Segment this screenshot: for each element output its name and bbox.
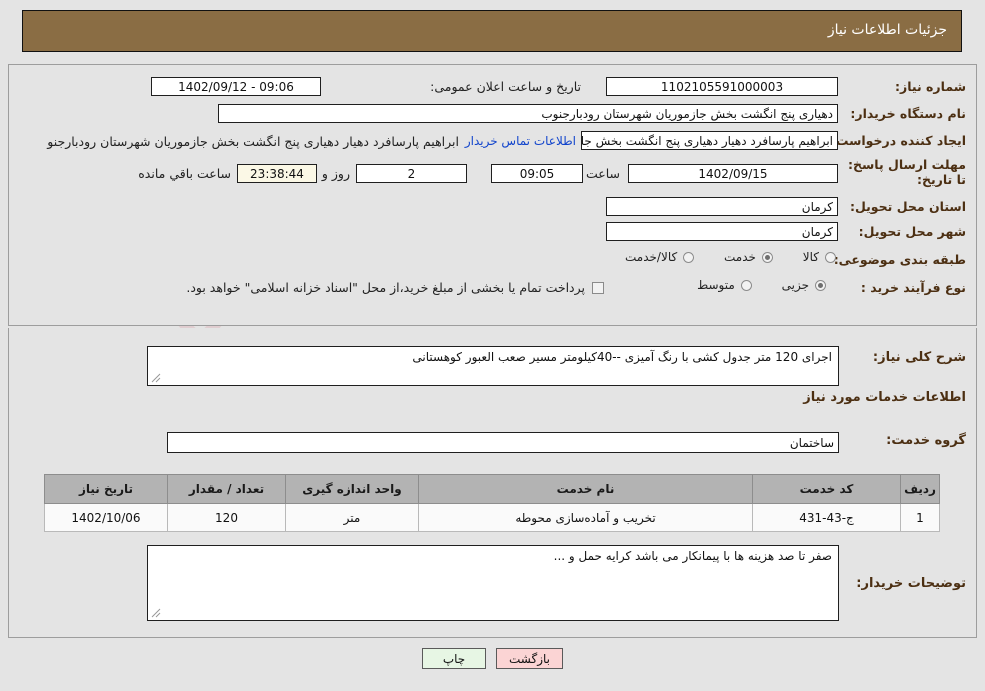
creator-value: ابراهیم پارسافرد دهیار دهیاری پنج انگشت …: [581, 131, 838, 150]
services-table: ردیف کد خدمت نام خدمت واحد اندازه گیری ت…: [44, 474, 940, 532]
table-row: 1 ج-43-431 تخریب و آماده‌سازی محوطه متر …: [44, 503, 940, 532]
deadline-label: مهلت ارسال پاسخ: تا تاریخ:: [847, 157, 966, 187]
buyer-notes-value: صفر تا صد هزینه ها با پیمانکار می باشد ک…: [553, 549, 832, 563]
category-option-label: خدمت: [724, 250, 756, 264]
buyer-notes-label: توضیحات خریدار:: [856, 576, 966, 591]
th-date: تاریخ نیاز: [44, 474, 168, 504]
buyer-org-label: نام دستگاه خریدار:: [850, 106, 966, 121]
buyer-notes-textarea[interactable]: صفر تا صد هزینه ها با پیمانکار می باشد ک…: [147, 545, 839, 621]
resize-grip-icon[interactable]: [151, 608, 161, 618]
days-remaining-label: روز و: [321, 166, 350, 181]
hours-remaining-label: ساعت باقي مانده: [138, 166, 231, 181]
cell-name: تخریب و آماده‌سازی محوطه: [418, 503, 753, 532]
cell-code: ج-43-431: [752, 503, 901, 532]
creator-label: ایجاد کننده درخواست:: [830, 133, 966, 148]
overview-label: شرح کلی نیاز:: [872, 350, 966, 365]
city-label: شهر محل تحویل:: [858, 224, 966, 239]
province-value: کرمان: [606, 197, 838, 216]
city-value: کرمان: [606, 222, 838, 241]
cell-date: 1402/10/06: [44, 503, 168, 532]
radio-icon[interactable]: [740, 279, 752, 291]
province-label: استان محل تحویل:: [849, 199, 966, 214]
category-option-label: کالا: [802, 250, 819, 264]
process-option-motavaset[interactable]: متوسط: [697, 278, 752, 292]
treasury-bond-option[interactable]: پرداخت تمام یا بخشی از مبلغ خرید،از محل …: [186, 280, 604, 295]
creator-name-overflow: ابراهیم پارسافرد دهیار دهیاری پنج انگشت …: [47, 134, 459, 149]
cell-unit: متر: [285, 503, 419, 532]
buyer-org-value: دهیاری پنج انگشت بخش جازموریان شهرستان ر…: [218, 104, 838, 123]
buyer-contact-link[interactable]: اطلاعات تماس خریدار: [465, 134, 576, 148]
cell-qty: 120: [167, 503, 286, 532]
countdown-timer: 23:38:44: [237, 164, 317, 183]
category-label: طبقه بندی موضوعی:: [833, 252, 966, 267]
th-code: کد خدمت: [752, 474, 901, 504]
process-option-jozee[interactable]: جزیی: [782, 278, 826, 292]
page-title: جزئیات اطلاعات نیاز: [827, 22, 947, 38]
deadline-time-label: ساعت: [585, 166, 620, 181]
need-info-panel: شماره نیاز: 1102105591000003 تاریخ و ساع…: [8, 64, 977, 326]
th-qty: تعداد / مقدار: [167, 474, 286, 504]
need-number-label: شماره نیاز:: [895, 79, 966, 94]
page-header: جزئیات اطلاعات نیاز: [22, 10, 962, 52]
th-name: نام خدمت: [418, 474, 753, 504]
announce-value: 09:06 - 1402/09/12: [151, 77, 321, 96]
th-unit: واحد اندازه گیری: [285, 474, 419, 504]
radio-icon[interactable]: [825, 251, 836, 263]
action-button-bar: بازگشت چاپ: [0, 648, 985, 669]
process-radio-group: جزیی متوسط: [671, 278, 826, 294]
category-radio-group: کالا خدمت کالا/خدمت: [599, 250, 836, 266]
table-header-row: ردیف کد خدمت نام خدمت واحد اندازه گیری ت…: [44, 474, 940, 504]
process-label: نوع فرآیند خرید :: [860, 280, 966, 295]
print-button[interactable]: چاپ: [422, 648, 486, 669]
treasury-bond-text: پرداخت تمام یا بخشی از مبلغ خرید،از محل …: [186, 280, 585, 295]
th-radif: ردیف: [900, 474, 940, 504]
need-number-value: 1102105591000003: [606, 77, 838, 96]
category-option-kala-khedmat[interactable]: کالا/خدمت: [625, 250, 695, 264]
radio-icon[interactable]: [815, 279, 826, 291]
back-button[interactable]: بازگشت: [496, 648, 563, 669]
cell-radif: 1: [900, 503, 940, 532]
announce-label: تاریخ و ساعت اعلان عمومی:: [430, 79, 581, 94]
radio-icon[interactable]: [683, 251, 695, 263]
category-option-khedmat[interactable]: خدمت: [724, 250, 773, 264]
overview-textarea[interactable]: اجرای 120 متر جدول کشی با رنگ آمیزی --40…: [147, 346, 839, 386]
process-option-label: متوسط: [697, 278, 735, 292]
overview-value: اجرای 120 متر جدول کشی با رنگ آمیزی --40…: [412, 350, 832, 364]
category-option-label: کالا/خدمت: [625, 250, 678, 264]
need-number-row: شماره نیاز:: [846, 79, 966, 94]
process-option-label: جزیی: [781, 278, 809, 292]
category-option-kala[interactable]: کالا: [803, 250, 836, 264]
deadline-date: 1402/09/15: [628, 164, 838, 183]
radio-icon[interactable]: [761, 251, 773, 263]
deadline-time: 09:05: [491, 164, 583, 183]
service-group-value: ساختمان: [167, 432, 839, 453]
services-section-heading: اطلاعات خدمات مورد نیاز: [803, 390, 966, 405]
checkbox-icon[interactable]: [592, 281, 604, 294]
resize-grip-icon[interactable]: [151, 373, 161, 383]
days-remaining-value: 2: [356, 164, 467, 183]
service-group-label: گروه خدمت:: [886, 433, 966, 448]
